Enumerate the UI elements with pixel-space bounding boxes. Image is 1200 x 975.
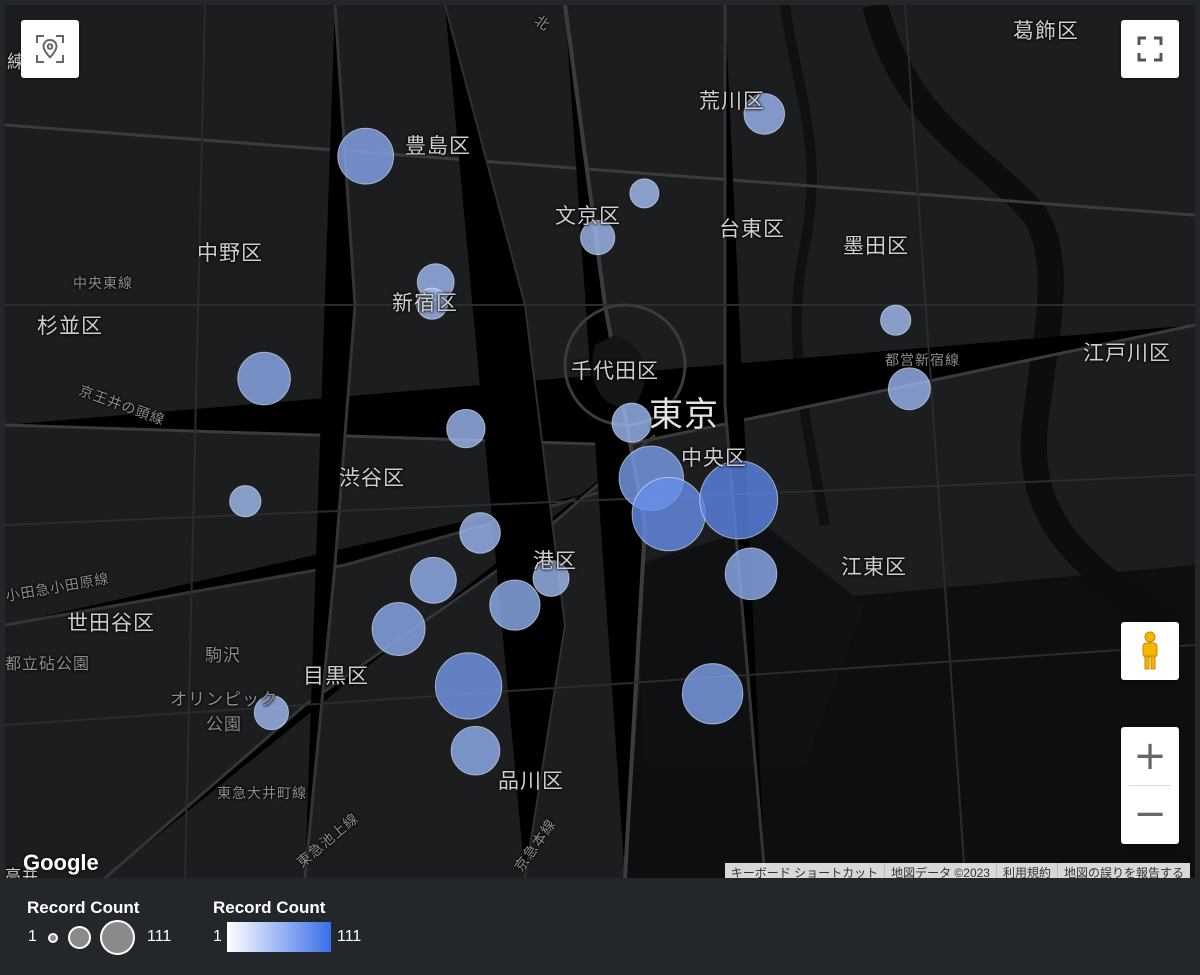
record-bubble[interactable] bbox=[410, 556, 457, 604]
label-nakano: 中野区 bbox=[197, 241, 263, 265]
label-taito: 台東区 bbox=[719, 217, 785, 241]
attribution-bar: キーボード ショートカット 地図データ ©2023 利用規約 地図の誤りを報告す… bbox=[724, 863, 1190, 878]
size-legend-min: 1 bbox=[28, 928, 37, 945]
size-legend-title: Record Count bbox=[27, 898, 140, 917]
label-shinagawa: 品川区 bbox=[498, 769, 564, 793]
record-bubble[interactable] bbox=[887, 367, 931, 411]
label-edogawa: 江戸川区 bbox=[1083, 341, 1171, 365]
record-bubble[interactable] bbox=[880, 304, 912, 336]
locate-button[interactable] bbox=[21, 20, 79, 78]
zoom-control: + − bbox=[1121, 727, 1179, 844]
record-bubble[interactable] bbox=[446, 408, 486, 449]
record-bubble[interactable] bbox=[611, 402, 652, 443]
location-pin-icon bbox=[36, 35, 64, 63]
report-error-link[interactable]: 地図の誤りを報告する bbox=[1056, 863, 1190, 878]
size-legend-max: 111 bbox=[147, 928, 172, 945]
fullscreen-button[interactable] bbox=[1121, 20, 1179, 78]
size-legend-dot-large bbox=[100, 920, 135, 955]
record-bubbles bbox=[229, 93, 931, 776]
map-canvas[interactable]: 葛飾区 荒川区 豊島区 文京区 台東区 墨田区 中野区 杉並区 新宿区 江戸川区… bbox=[5, 5, 1195, 878]
keyboard-shortcuts-link[interactable]: キーボード ショートカット bbox=[725, 863, 884, 878]
label-tokyu-oimachi: 東急大井町線 bbox=[217, 786, 307, 802]
record-bubble[interactable] bbox=[489, 579, 541, 631]
color-legend-max: 111 bbox=[337, 928, 362, 945]
label-chuo-line: 中央東線 bbox=[73, 276, 133, 292]
map-data-text: 地図データ ©2023 bbox=[884, 863, 996, 878]
legend-panel: Record Count Record Count bbox=[0, 880, 1200, 975]
record-bubble[interactable] bbox=[371, 602, 426, 656]
google-logo[interactable]: Google bbox=[23, 850, 99, 876]
label-chiyoda: 千代田区 bbox=[571, 359, 659, 383]
label-chuo: 中央区 bbox=[681, 446, 747, 470]
label-olympic-park: オリンピック 公園 bbox=[170, 690, 278, 735]
label-komazawa: 駒沢 bbox=[205, 646, 241, 666]
label-shibuya: 渋谷区 bbox=[339, 466, 405, 490]
label-meguro: 目黒区 bbox=[303, 664, 369, 688]
record-bubble[interactable] bbox=[229, 485, 262, 518]
label-katsushika: 葛飾区 bbox=[1013, 19, 1079, 43]
zoom-in-button[interactable]: + bbox=[1121, 727, 1179, 785]
record-bubble[interactable] bbox=[631, 477, 706, 552]
label-toshima: 豊島区 bbox=[405, 134, 471, 158]
size-legend-dot-medium bbox=[68, 926, 91, 949]
label-setagaya: 世田谷区 bbox=[67, 611, 155, 635]
size-legend-dot-small bbox=[48, 933, 58, 943]
label-shinjuku: 新宿区 bbox=[392, 291, 458, 315]
record-bubble[interactable] bbox=[450, 725, 501, 776]
terms-link[interactable]: 利用規約 bbox=[995, 863, 1057, 878]
label-bunkyo: 文京区 bbox=[555, 204, 621, 228]
label-sumida: 墨田区 bbox=[843, 234, 909, 258]
zoom-out-button[interactable]: − bbox=[1121, 785, 1179, 843]
record-bubble[interactable] bbox=[237, 351, 291, 406]
label-minato: 港区 bbox=[533, 549, 577, 573]
street-view-button[interactable] bbox=[1121, 622, 1179, 680]
color-legend-gradient bbox=[227, 922, 331, 952]
map-widget: 葛飾区 荒川区 豊島区 文京区 台東区 墨田区 中野区 杉並区 新宿区 江戸川区… bbox=[0, 0, 1200, 975]
label-tokyo: 東京 bbox=[649, 395, 719, 435]
label-toritsu-kasai: 都立砧公園 bbox=[5, 654, 91, 673]
label-arakawa: 荒川区 bbox=[699, 89, 765, 113]
pegman-icon bbox=[1142, 631, 1158, 670]
record-bubble[interactable] bbox=[337, 127, 395, 185]
label-koto: 江東区 bbox=[841, 555, 907, 579]
fullscreen-icon bbox=[1137, 36, 1163, 62]
record-bubble[interactable] bbox=[681, 663, 744, 725]
color-legend-min: 1 bbox=[213, 928, 222, 945]
label-suginami: 杉並区 bbox=[37, 314, 103, 338]
label-toei: 都営新宿線 bbox=[885, 353, 960, 369]
record-bubble[interactable] bbox=[724, 547, 778, 601]
record-bubble[interactable] bbox=[434, 652, 503, 720]
record-bubble[interactable] bbox=[629, 178, 660, 209]
record-bubble[interactable] bbox=[699, 460, 779, 540]
record-bubble[interactable] bbox=[459, 512, 501, 554]
color-legend-title: Record Count bbox=[213, 898, 326, 917]
